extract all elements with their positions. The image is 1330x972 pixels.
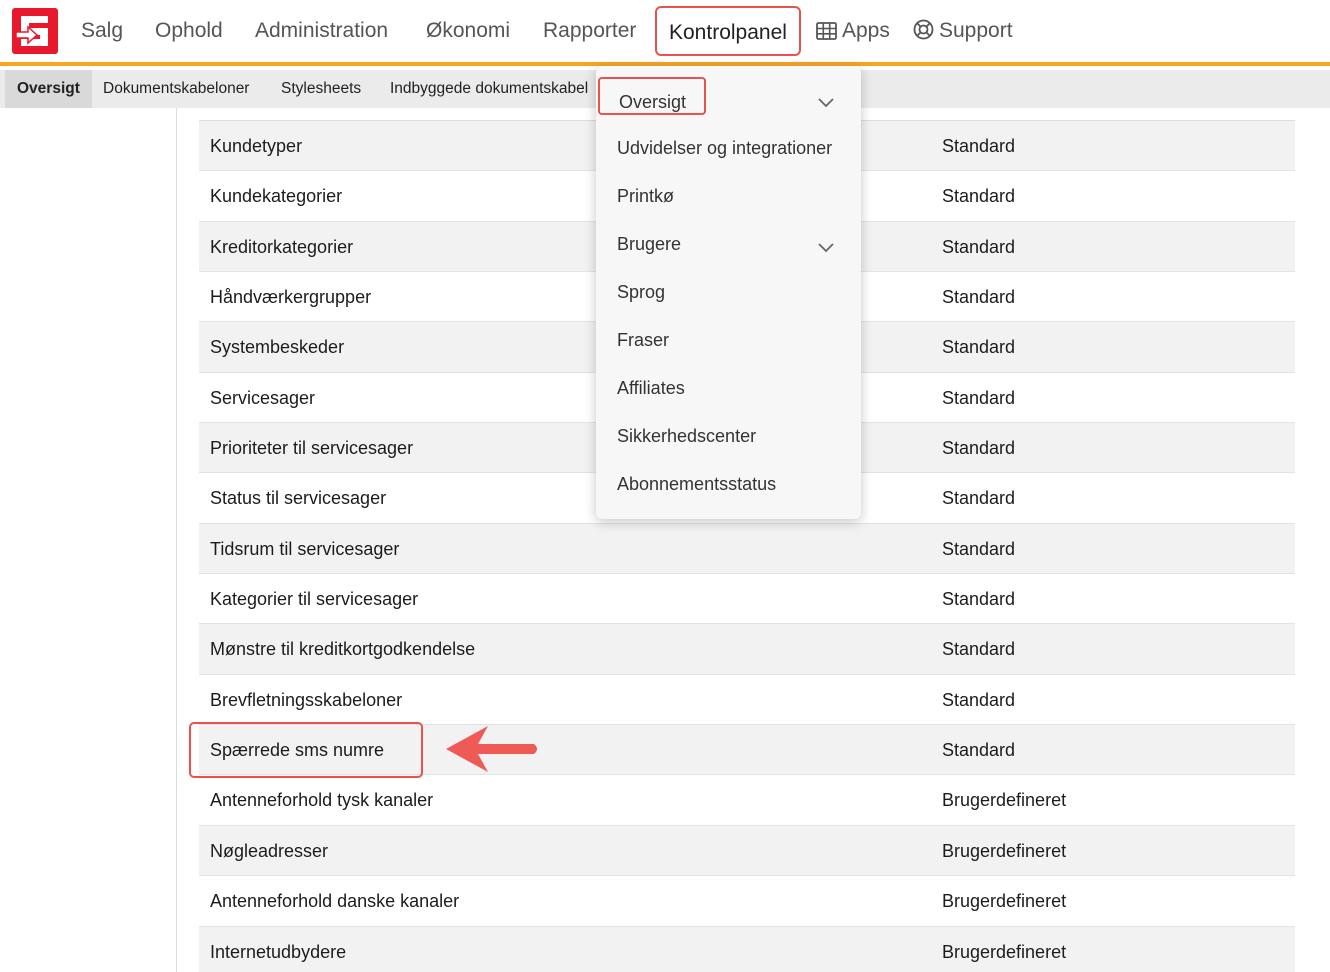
logo-icon[interactable]: [12, 8, 58, 54]
dropdown-item-udvidelser[interactable]: Udvidelser og integrationer: [617, 137, 832, 159]
row-type: Standard: [942, 589, 1016, 610]
row-type: Brugerdefineret: [942, 840, 1067, 861]
dropdown-item-oversigt[interactable]: Oversigt: [598, 77, 706, 115]
nav-item-support[interactable]: Support: [913, 18, 1013, 47]
nav-item-ophold[interactable]: Ophold: [155, 18, 223, 44]
top-navigation: Salg Ophold Administration Økonomi Rappo…: [0, 0, 1330, 66]
dropdown-item-abonnementsstatus[interactable]: Abonnementsstatus: [617, 473, 776, 495]
table-row[interactable]: Antenneforhold danske kanaler Brugerdefin…: [199, 876, 1295, 927]
row-type: Standard: [942, 538, 1016, 559]
page: Salg Ophold Administration Økonomi Rappo…: [0, 0, 1330, 972]
row-type: Standard: [942, 438, 1016, 459]
table-row[interactable]: Brevfletningsskabeloner Standard: [199, 674, 1295, 726]
row-type: Standard: [942, 740, 1016, 761]
row-type: Brugerdefineret: [942, 790, 1067, 811]
nav-item-okonomi[interactable]: Økonomi: [426, 18, 510, 44]
row-type: Standard: [942, 186, 1016, 207]
row-name[interactable]: Antenneforhold danske kanaler: [210, 876, 459, 926]
subnav-item-oversigt[interactable]: Oversigt: [5, 70, 92, 108]
dropdown-item-printko[interactable]: Printkø: [617, 185, 674, 207]
row-type: Standard: [942, 236, 1016, 257]
row-type: Standard: [942, 287, 1016, 308]
annotation-arrow-icon: [444, 724, 542, 779]
row-name[interactable]: Kategorier til servicesager: [210, 574, 418, 624]
row-type: Brugerdefineret: [942, 891, 1067, 912]
row-type: Standard: [942, 387, 1016, 408]
subnav-item-indbyggede-dokumentskabeloner[interactable]: Indbyggede dokumentskabel: [390, 70, 588, 108]
dropdown-item-fraser[interactable]: Fraser: [617, 329, 669, 351]
row-name[interactable]: Servicesager: [210, 373, 315, 423]
row-name[interactable]: Antenneforhold tysk kanaler: [210, 775, 433, 825]
nav-item-kontrolpanel-label: Kontrolpanel: [669, 21, 787, 44]
nav-item-kontrolpanel[interactable]: Kontrolpanel: [655, 6, 801, 56]
row-type: Standard: [942, 639, 1016, 660]
row-type: Standard: [942, 488, 1016, 509]
left-panel-divider: [176, 108, 177, 972]
row-type: Standard: [942, 689, 1016, 710]
kontrolpanel-dropdown: Oversigt Udvidelser og integrationer Pri…: [596, 66, 861, 519]
grid-icon: [816, 21, 837, 47]
subnav-item-stylesheets[interactable]: Stylesheets: [281, 70, 361, 108]
row-name[interactable]: Internetudbydere: [210, 927, 346, 972]
table-row[interactable]: Nøgleadresser Brugerdefineret: [199, 825, 1295, 877]
table-row[interactable]: Kategorier til servicesager Standard: [199, 574, 1295, 625]
lifebuoy-icon: [913, 19, 934, 47]
row-name[interactable]: Brevfletningsskabeloner: [210, 675, 402, 725]
chevron-down-icon[interactable]: [818, 95, 834, 113]
subnav-item-dokumentskabeloner[interactable]: Dokumentskabeloner: [103, 70, 249, 108]
nav-item-rapporter[interactable]: Rapporter: [543, 18, 636, 44]
row-name[interactable]: Håndværkergrupper: [210, 272, 371, 322]
highlight-box: [189, 722, 423, 778]
nav-item-support-label: Support: [939, 19, 1013, 42]
dropdown-item-sprog[interactable]: Sprog: [617, 281, 665, 303]
row-type: Standard: [942, 136, 1016, 156]
chevron-down-icon[interactable]: [818, 240, 834, 258]
row-name[interactable]: Status til servicesager: [210, 473, 386, 523]
row-name[interactable]: Kundetyper: [210, 121, 302, 171]
nav-item-salg[interactable]: Salg: [81, 18, 123, 44]
row-type: Standard: [942, 337, 1016, 358]
table-row[interactable]: Mønstre til kreditkortgodkendelse Standar…: [199, 624, 1295, 675]
nav-item-administration[interactable]: Administration: [255, 18, 388, 44]
dropdown-item-brugere[interactable]: Brugere: [617, 233, 681, 255]
table-row[interactable]: Internetudbydere Brugerdefineret: [199, 926, 1295, 972]
dropdown-item-affiliates[interactable]: Affiliates: [617, 377, 685, 399]
row-name[interactable]: Kreditorkategorier: [210, 222, 353, 272]
dropdown-item-sikkerhedscenter[interactable]: Sikkerhedscenter: [617, 425, 756, 447]
row-type: Brugerdefineret: [942, 941, 1067, 962]
table-row[interactable]: Tidsrum til servicesager Standard: [199, 523, 1295, 575]
row-name[interactable]: Mønstre til kreditkortgodkendelse: [210, 624, 475, 674]
row-name[interactable]: Systembeskeder: [210, 322, 344, 372]
row-name[interactable]: Nøgleadresser: [210, 826, 328, 876]
table-row[interactable]: Antenneforhold tysk kanaler Brugerdefiner…: [199, 775, 1295, 826]
row-name[interactable]: Tidsrum til servicesager: [210, 524, 399, 574]
row-name[interactable]: Kundekategorier: [210, 171, 342, 221]
nav-item-apps[interactable]: Apps: [816, 18, 890, 47]
row-name[interactable]: Prioriteter til servicesager: [210, 423, 413, 473]
nav-item-apps-label: Apps: [842, 19, 890, 42]
